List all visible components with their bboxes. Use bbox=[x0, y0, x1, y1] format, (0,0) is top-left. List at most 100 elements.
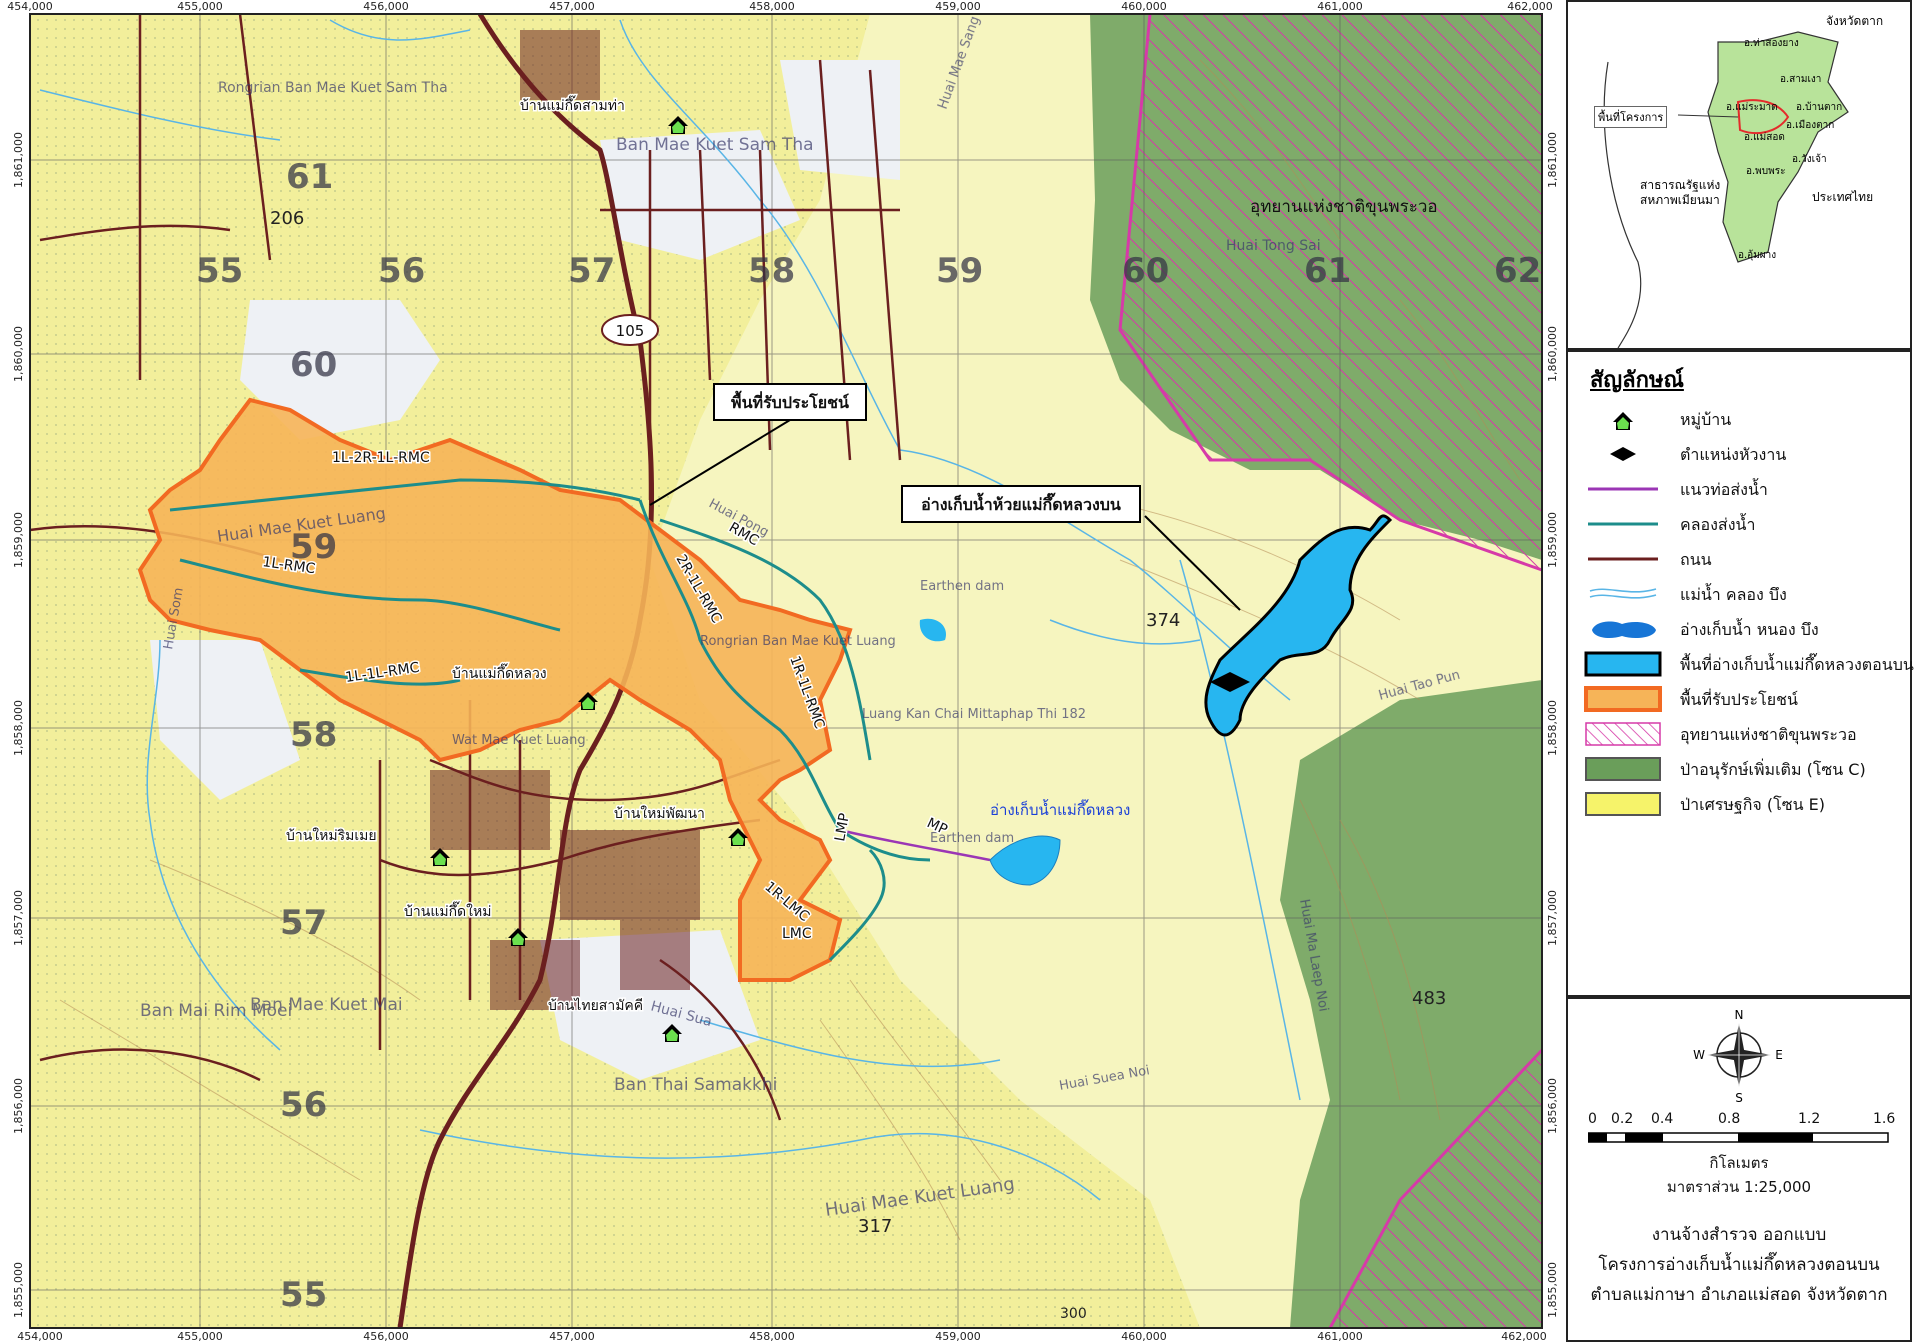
svg-text:Rongrian Ban Mae Kuet Luang: Rongrian Ban Mae Kuet Luang bbox=[700, 634, 896, 649]
legend-item-upper-reservoir: พื้นที่อ่างเก็บน้ำแม่กึ๊ดหลวงตอนบน bbox=[1578, 651, 1914, 677]
legend-label: ป่าเศรษฐกิจ (โซน E) bbox=[1680, 795, 1825, 814]
title-line-2: โครงการอ่างเก็บน้ำแม่กึ๊ดหลวงตอนบน bbox=[1598, 1255, 1880, 1275]
spot-height: 317 bbox=[858, 1216, 892, 1237]
benefit-area-icon bbox=[1584, 686, 1662, 712]
y-tick: 1,860,000 bbox=[12, 326, 25, 382]
y-tick: 1,855,000 bbox=[1546, 1262, 1559, 1318]
title-line-3: ตำบลแม่กาษา อำเภอแม่สอด จังหวัดตาก bbox=[1590, 1285, 1888, 1305]
benefit-area-callout: พื้นที่รับประโยชน์ bbox=[713, 383, 867, 421]
legend-item-national-park: อุทยานแห่งชาติขุนพระวอ bbox=[1578, 721, 1908, 747]
legend-item-pipe: แนวท่อส่งน้ำ bbox=[1578, 476, 1908, 502]
y-tick: 1,860,000 bbox=[1546, 326, 1559, 382]
legend-item-village: หมู่บ้าน bbox=[1578, 406, 1908, 432]
grid-label: 57 bbox=[280, 903, 327, 943]
inset-district-label: อ.สามเงา bbox=[1780, 74, 1822, 85]
west-letter: W bbox=[1693, 1048, 1705, 1062]
topographic-map: 454,000 455,000 456,000 457,000 458,000 … bbox=[7, 0, 1559, 1342]
y-tick: 1,859,000 bbox=[12, 512, 25, 568]
legend-label: พื้นที่รับประโยชน์ bbox=[1680, 690, 1798, 709]
grid-label: 56 bbox=[378, 251, 425, 291]
south-letter: S bbox=[1735, 1091, 1743, 1105]
legend-item-zone-e: ป่าเศรษฐกิจ (โซน E) bbox=[1578, 791, 1908, 817]
inset-district-label: อ.วังเจ้า bbox=[1792, 154, 1827, 165]
canal-label: 1L-2R-1L-RMC bbox=[332, 450, 430, 466]
grid-label: 55 bbox=[196, 251, 243, 291]
village-label: บ้านไทยสามัคคี bbox=[548, 997, 643, 1014]
zone-c-icon bbox=[1585, 757, 1661, 781]
grid-label: 57 bbox=[568, 251, 615, 291]
title-line-1: งานจ้างสำรวจ ออกแบบ bbox=[1651, 1225, 1827, 1245]
village-label: บ้านใหม่พัฒนา bbox=[614, 805, 705, 822]
x-tick: 462,000 bbox=[1501, 1330, 1547, 1342]
inset-district-label: อ.เมืองตาก bbox=[1786, 120, 1835, 131]
existing-reservoir-label: อ่างเก็บน้ำแม่กึ๊ดหลวง bbox=[990, 799, 1130, 819]
x-tick: 461,000 bbox=[1317, 1330, 1363, 1342]
upper-reservoir-callout: อ่างเก็บน้ำห้วยแม่กึ๊ดหลวงบน bbox=[901, 485, 1141, 523]
x-tick: 459,000 bbox=[935, 1330, 981, 1342]
inset-district-label: อ.ท่าสองยาง bbox=[1744, 38, 1799, 49]
pipe-line-icon bbox=[1588, 487, 1658, 491]
legend-item-river: แม่น้ำ คลอง บึง bbox=[1578, 581, 1908, 607]
legend-item-headwork: ตำแหน่งหัวงาน bbox=[1578, 441, 1908, 467]
legend-item-canal: คลองส่งน้ำ bbox=[1578, 511, 1908, 537]
title-block: N S E W 0 0.2 0.4 0.8 1.2 1.6 กิโลเมตร ม… bbox=[1566, 997, 1912, 1342]
legend-item-reservoir: อ่างเก็บน้ำ หนอง บึง bbox=[1578, 616, 1908, 642]
coordinate-labels-left: 1,861,000 1,860,000 1,859,000 1,858,000 … bbox=[12, 132, 25, 1318]
y-tick: 1,856,000 bbox=[12, 1078, 25, 1134]
x-tick: 456,000 bbox=[363, 0, 409, 13]
grid-label: 59 bbox=[936, 251, 983, 291]
inset-district-label: อ.อุ้มผาง bbox=[1738, 250, 1777, 261]
road-line-icon bbox=[1588, 557, 1658, 561]
svg-text:Huai Tong Sai: Huai Tong Sai bbox=[1226, 238, 1321, 254]
y-tick: 1,855,000 bbox=[12, 1262, 25, 1318]
svg-text:Rongrian Ban Mae Kuet Sam Tha: Rongrian Ban Mae Kuet Sam Tha bbox=[218, 80, 448, 96]
y-tick: 1,858,000 bbox=[1546, 700, 1559, 756]
legend-label: ตำแหน่งหัวงาน bbox=[1680, 445, 1787, 464]
north-letter: N bbox=[1735, 1008, 1744, 1022]
canal-line-icon bbox=[1588, 522, 1658, 526]
svg-text:พื้นที่รับประโยชน์: พื้นที่รับประโยชน์ bbox=[731, 390, 849, 412]
scale-ratio: มาตราส่วน 1:25,000 bbox=[1666, 1178, 1812, 1196]
legend-label: อุทยานแห่งชาติขุนพระวอ bbox=[1680, 725, 1857, 744]
inset-thailand-label: ประเทศไทย bbox=[1812, 190, 1874, 204]
y-tick: 1,857,000 bbox=[12, 890, 25, 946]
legend-label: พื้นที่อ่างเก็บน้ำแม่กึ๊ดหลวงตอนบน bbox=[1680, 655, 1914, 674]
x-tick: 455,000 bbox=[177, 0, 223, 13]
legend-label: แม่น้ำ คลอง บึง bbox=[1680, 585, 1787, 604]
svg-text:Luang Kan Chai Mittaphap Thi 1: Luang Kan Chai Mittaphap Thi 182 bbox=[862, 707, 1086, 722]
y-tick: 1,859,000 bbox=[1546, 512, 1559, 568]
x-tick: 459,000 bbox=[935, 0, 981, 13]
legend-label: คลองส่งน้ำ bbox=[1680, 515, 1756, 534]
location-inset-map: จังหวัดตาก พื้นที่โครงการ อ.ท่าสองยาง อ.… bbox=[1566, 0, 1912, 350]
x-tick: 460,000 bbox=[1121, 0, 1167, 13]
zone-e-icon bbox=[1585, 792, 1661, 816]
village-house-icon bbox=[1613, 412, 1633, 430]
national-park-label: อุทยานแห่งชาติขุนพระวอ bbox=[1250, 197, 1438, 217]
svg-text:Ban Mae Kuet Sam Tha: Ban Mae Kuet Sam Tha bbox=[616, 135, 814, 155]
y-tick: 1,861,000 bbox=[1546, 132, 1559, 188]
village-label: บ้านใหม่ริมเมย bbox=[286, 827, 377, 844]
village-label: บ้านแม่กึ๊ดหลวง bbox=[452, 663, 547, 682]
x-tick: 456,000 bbox=[363, 1330, 409, 1342]
upper-reservoir-area-icon bbox=[1584, 651, 1662, 677]
coordinate-labels-top: 454,000 455,000 456,000 457,000 458,000 … bbox=[7, 0, 1553, 13]
x-tick: 457,000 bbox=[549, 0, 595, 13]
coordinate-labels-bottom: 454,000 455,000 456,000 457,000 458,000 … bbox=[17, 1330, 1547, 1342]
village-label: บ้านแม่กึ๊ดสามท่า bbox=[520, 95, 625, 114]
legend-label: หมู่บ้าน bbox=[1680, 410, 1732, 429]
scale-tick: 0.8 bbox=[1718, 1111, 1741, 1127]
grid-label: 58 bbox=[748, 251, 795, 291]
x-tick: 455,000 bbox=[177, 1330, 223, 1342]
grid-label: 60 bbox=[290, 345, 337, 385]
road-105-shield: 105 bbox=[601, 314, 659, 346]
spot-height: 206 bbox=[270, 208, 304, 229]
grid-label: 61 bbox=[1304, 251, 1351, 291]
svg-text:Ban Mae Kuet Mai: Ban Mae Kuet Mai bbox=[250, 995, 403, 1015]
scale-tick: 1.2 bbox=[1798, 1111, 1821, 1127]
legend-label: ถนน bbox=[1680, 550, 1712, 569]
scale-bar-graphic bbox=[1588, 1132, 1889, 1143]
scale-tick: 0.4 bbox=[1651, 1111, 1674, 1127]
scale-unit: กิโลเมตร bbox=[1709, 1154, 1769, 1172]
x-tick: 461,000 bbox=[1317, 0, 1363, 13]
x-tick: 460,000 bbox=[1121, 1330, 1167, 1342]
